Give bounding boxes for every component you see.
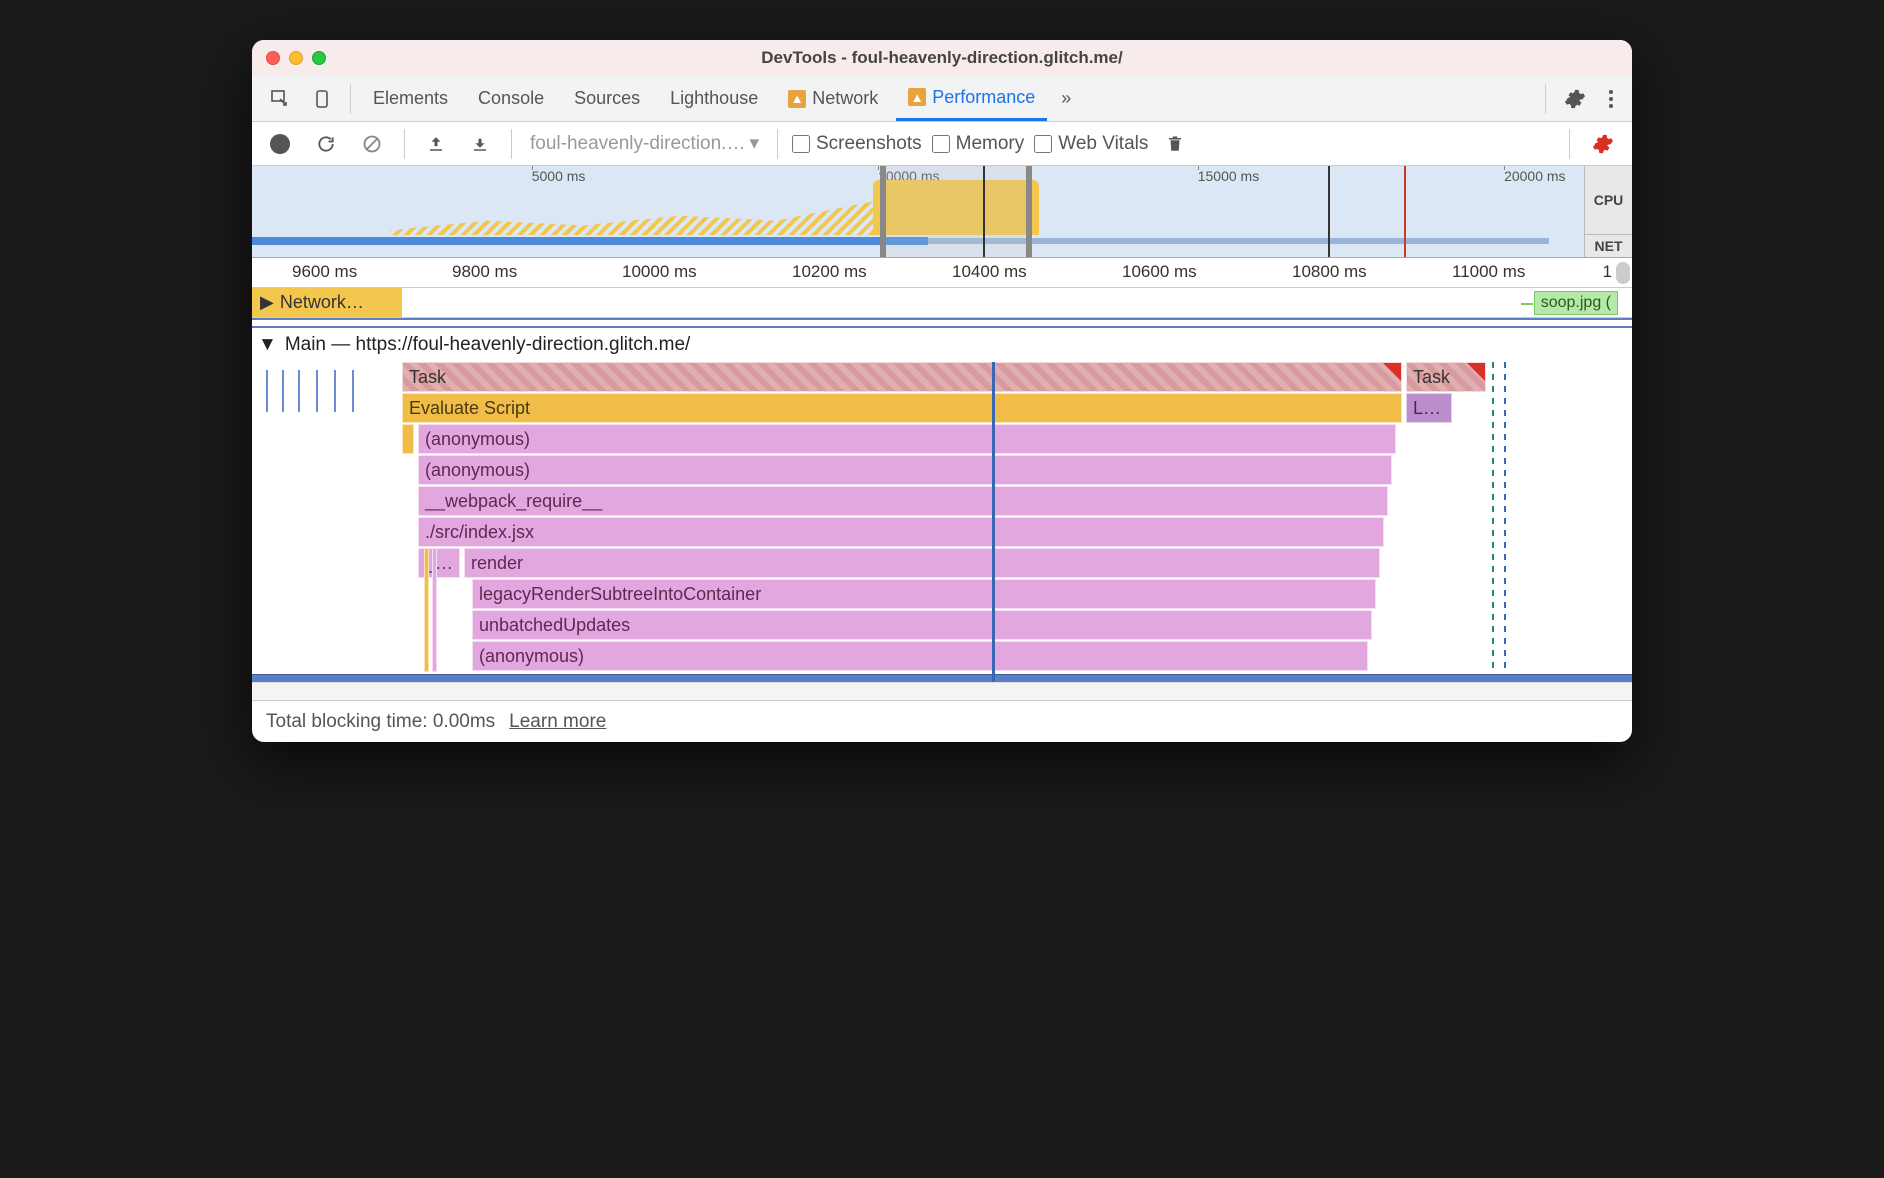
device-icon[interactable] (304, 85, 340, 113)
devtools-window: DevTools - foul-heavenly-direction.glitc… (252, 40, 1632, 742)
overview-tick: 20000 ms (1504, 168, 1565, 184)
flame-bar-task[interactable]: Task (1406, 362, 1486, 392)
flame-bar-evaluate-script[interactable]: Evaluate Script (402, 393, 1402, 423)
flame-bar-src-index[interactable]: ./src/index.jsx (418, 517, 1384, 547)
flame-bar-webpack-require[interactable]: __webpack_require__ (418, 486, 1388, 516)
main-thread-section: ▼ Main — https://foul-heavenly-direction… (252, 328, 1632, 682)
flame-chart[interactable]: Task Task Evaluate Script L… (anonymous)… (252, 362, 1632, 682)
overview-timeline[interactable]: 5000 ms 10000 ms 15000 ms 20000 ms CPU N… (252, 166, 1632, 258)
window-title: DevTools - foul-heavenly-direction.glitc… (252, 48, 1632, 68)
titlebar: DevTools - foul-heavenly-direction.glitc… (252, 40, 1632, 76)
warning-icon: ▲ (908, 88, 926, 106)
expand-icon: ▶ (260, 292, 274, 313)
clear-button[interactable] (354, 130, 390, 158)
flame-bar-render[interactable]: render (464, 548, 1380, 578)
load-profile-icon[interactable] (419, 131, 453, 157)
main-thread-header[interactable]: ▼ Main — https://foul-heavenly-direction… (252, 328, 1632, 362)
network-request-item[interactable]: soop.jpg ( (1534, 291, 1618, 315)
tab-sources[interactable]: Sources (562, 76, 652, 121)
screenshots-checkbox[interactable]: Screenshots (792, 133, 922, 155)
tab-performance[interactable]: ▲ Performance (896, 76, 1047, 121)
tab-bar: Elements Console Sources Lighthouse ▲ Ne… (252, 76, 1632, 122)
network-track-label[interactable]: ▶ Network… (252, 288, 402, 317)
more-tabs-icon[interactable]: » (1053, 84, 1079, 113)
flame-bar-anonymous[interactable]: (anonymous) (418, 424, 1396, 454)
footer-bar: Total blocking time: 0.00ms Learn more (252, 700, 1632, 742)
settings-icon[interactable] (1556, 84, 1594, 114)
chevron-down-icon: ▾ (749, 132, 759, 155)
warning-icon: ▲ (788, 90, 806, 108)
profile-selector[interactable]: foul-heavenly-direction.… ▾ (526, 132, 763, 155)
network-track[interactable]: ▶ Network… soop.jpg ( (252, 288, 1632, 318)
flame-bar-anonymous[interactable]: (anonymous) (418, 455, 1392, 485)
scrollbar-thumb[interactable] (1616, 262, 1630, 284)
time-marker (992, 362, 995, 682)
flame-bar-anonymous[interactable]: (anonymous) (472, 641, 1368, 671)
memory-checkbox[interactable]: Memory (932, 133, 1025, 155)
tab-network[interactable]: ▲ Network (776, 76, 890, 121)
capture-settings-icon[interactable] (1584, 129, 1622, 159)
webvitals-checkbox[interactable]: Web Vitals (1034, 133, 1148, 155)
record-button[interactable] (262, 130, 298, 158)
flame-bar-task[interactable]: Task (402, 362, 1402, 392)
learn-more-link[interactable]: Learn more (509, 711, 606, 733)
collapse-icon: ▼ (258, 334, 277, 356)
overview-selection[interactable] (880, 166, 1032, 257)
overview-tick: 15000 ms (1198, 168, 1259, 184)
garbage-icon[interactable] (1158, 130, 1192, 158)
flame-bar-unbatched[interactable]: unbatchedUpdates (472, 610, 1372, 640)
tab-elements[interactable]: Elements (361, 76, 460, 121)
reload-button[interactable] (308, 130, 344, 158)
flame-bar-layout[interactable]: L… (1406, 393, 1452, 423)
inspect-icon[interactable] (262, 85, 298, 113)
flame-bar-legacy-render[interactable]: legacyRenderSubtreeIntoContainer (472, 579, 1376, 609)
tab-lighthouse[interactable]: Lighthouse (658, 76, 770, 121)
overview-tick: 5000 ms (532, 168, 586, 184)
kebab-menu-icon[interactable] (1600, 85, 1622, 113)
tab-console[interactable]: Console (466, 76, 556, 121)
time-ruler[interactable]: 9600 ms 9800 ms 10000 ms 10200 ms 10400 … (252, 258, 1632, 288)
perf-toolbar: foul-heavenly-direction.… ▾ Screenshots … (252, 122, 1632, 166)
save-profile-icon[interactable] (463, 131, 497, 157)
cpu-label: CPU (1585, 166, 1632, 235)
total-blocking-time: Total blocking time: 0.00ms (266, 711, 495, 733)
net-label: NET (1585, 235, 1632, 257)
